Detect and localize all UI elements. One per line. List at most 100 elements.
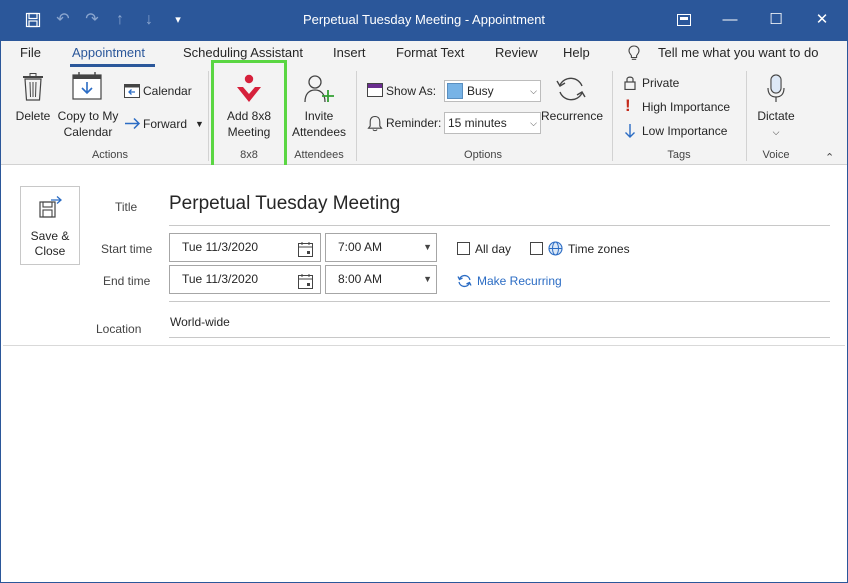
maximize-button[interactable]: ☐ [753, 1, 799, 39]
tab-scheduling-assistant[interactable]: Scheduling Assistant [183, 45, 303, 60]
private-button[interactable]: Private [621, 75, 731, 93]
time-zones-checkbox[interactable] [530, 242, 543, 255]
tab-appointment[interactable]: Appointment [72, 45, 145, 60]
location-input[interactable]: World-wide [170, 315, 230, 329]
copy-to-my-calendar-button[interactable]: Copy to My Calendar [56, 67, 120, 145]
title-label: Title [115, 200, 138, 214]
low-importance-button[interactable]: Low Importance [621, 123, 741, 141]
ribbon: Delete Copy to My Calendar Calendar Forw… [1, 60, 847, 168]
tab-file[interactable]: File [20, 45, 41, 60]
invite-label-line2: Attendees [291, 125, 347, 139]
eightx8-logo-icon [236, 74, 262, 109]
lock-icon [624, 75, 636, 95]
make-recurring-link[interactable]: Make Recurring [457, 272, 577, 290]
calendar-button[interactable]: Calendar [122, 81, 202, 101]
end-time-dropdown[interactable]: 8:00 AM ▼ [325, 265, 437, 294]
tab-format-text[interactable]: Format Text [396, 45, 464, 60]
group-label-actions: Actions [91, 149, 129, 161]
all-day-label: All day [475, 242, 512, 256]
chevron-down-icon: ⌵ [530, 86, 537, 96]
separator-line [169, 301, 830, 302]
collapse-ribbon-icon[interactable]: ⌃ [825, 151, 834, 164]
show-as-dropdown[interactable]: Busy ⌵ [444, 80, 541, 102]
microphone-icon [766, 74, 786, 109]
save-close-icon [39, 196, 63, 225]
close-button[interactable]: ✕ [799, 1, 845, 39]
forward-arrow-icon [124, 117, 141, 135]
recurrence-label: Recurrence [540, 109, 604, 123]
ribbon-separator [612, 71, 613, 161]
high-importance-label: High Importance [642, 100, 731, 114]
ribbon-tabs: File Appointment Scheduling Assistant In… [1, 41, 847, 67]
show-as-label: Show As: [386, 84, 437, 98]
calendar-icon[interactable] [298, 272, 313, 299]
forward-dropdown-icon[interactable]: ▼ [195, 117, 204, 132]
start-time-value: 7:00 AM [338, 240, 383, 254]
delete-label: Delete [15, 109, 51, 123]
high-importance-button[interactable]: ! High Importance [621, 97, 741, 117]
start-date-picker[interactable]: Tue 11/3/2020 [169, 233, 321, 262]
recurrence-icon [555, 74, 587, 109]
show-as-icon [367, 83, 383, 102]
tell-me-search[interactable]: Tell me what you want to do [658, 45, 818, 60]
title-bar: ↶ ↷ ↑ ↓ ▾ Perpetual Tuesday Meeting - Ap… [1, 1, 847, 41]
copy-label-line1: Copy to My [57, 109, 119, 123]
tab-review[interactable]: Review [495, 45, 538, 60]
recurrence-button[interactable]: Recurrence [540, 67, 604, 145]
trash-icon [22, 73, 44, 106]
invite-attendees-button[interactable]: Invite Attendees [288, 67, 350, 145]
title-underline [169, 225, 830, 226]
reminder-label: Reminder: [386, 116, 442, 130]
tab-help[interactable]: Help [563, 45, 590, 60]
all-day-checkbox[interactable] [457, 242, 470, 255]
dictate-label: Dictate [757, 109, 795, 123]
notes-body-editor[interactable] [3, 347, 845, 581]
appointment-form: Save & Close Title Perpetual Tuesday Mee… [1, 165, 847, 582]
dictate-dropdown-icon[interactable]: ⌵ [751, 125, 801, 140]
forward-label: Forward [143, 117, 188, 131]
location-label: Location [96, 322, 142, 336]
reminder-value: 15 minutes [448, 116, 507, 130]
end-date-picker[interactable]: Tue 11/3/2020 [169, 265, 321, 294]
ribbon-separator [746, 71, 747, 161]
ribbon-separator [208, 71, 209, 161]
minimize-button[interactable]: — [707, 1, 753, 39]
dictate-button[interactable]: Dictate ⌵ [751, 67, 801, 145]
tab-insert[interactable]: Insert [333, 45, 366, 60]
lightbulb-icon [628, 45, 640, 67]
private-label: Private [642, 76, 680, 90]
save-close-label-line2: Close [34, 244, 66, 258]
globe-icon [548, 241, 563, 261]
recurring-icon [457, 274, 472, 293]
body-separator [3, 345, 845, 346]
busy-color-swatch [447, 83, 463, 99]
end-time-label: End time [103, 274, 151, 288]
calendar-icon[interactable] [298, 240, 313, 267]
location-underline [169, 337, 830, 338]
calendar-copy-icon [72, 72, 102, 105]
forward-button[interactable]: Forward ▼ [122, 114, 206, 134]
start-time-dropdown[interactable]: 7:00 AM ▼ [325, 233, 437, 262]
save-and-close-button[interactable]: Save & Close [20, 186, 80, 265]
make-recurring-label: Make Recurring [477, 274, 562, 288]
reminder-dropdown[interactable]: 15 minutes ⌵ [444, 112, 541, 134]
group-label-options: Options [464, 149, 502, 161]
chevron-down-icon: ▼ [423, 274, 432, 284]
ribbon-separator [356, 71, 357, 161]
add-person-icon [304, 74, 334, 109]
invite-label-line1: Invite [304, 109, 334, 123]
delete-button[interactable]: Delete [7, 67, 59, 145]
show-as-value: Busy [467, 84, 494, 98]
title-input[interactable]: Perpetual Tuesday Meeting [169, 193, 400, 215]
low-importance-label: Low Importance [642, 124, 728, 138]
chevron-down-icon: ⌵ [530, 118, 537, 128]
ribbon-display-options-icon[interactable] [661, 1, 707, 39]
calendar-label: Calendar [143, 84, 192, 98]
save-close-label-line1: Save & [30, 229, 70, 243]
group-label-8x8: 8x8 [240, 149, 258, 161]
add-8x8-label-line2: Meeting [227, 125, 271, 139]
copy-label-line2: Calendar [63, 125, 113, 139]
end-date-value: Tue 11/3/2020 [182, 272, 259, 286]
chevron-down-icon: ▼ [423, 242, 432, 252]
add-8x8-meeting-button[interactable]: Add 8x8 Meeting [217, 67, 281, 145]
